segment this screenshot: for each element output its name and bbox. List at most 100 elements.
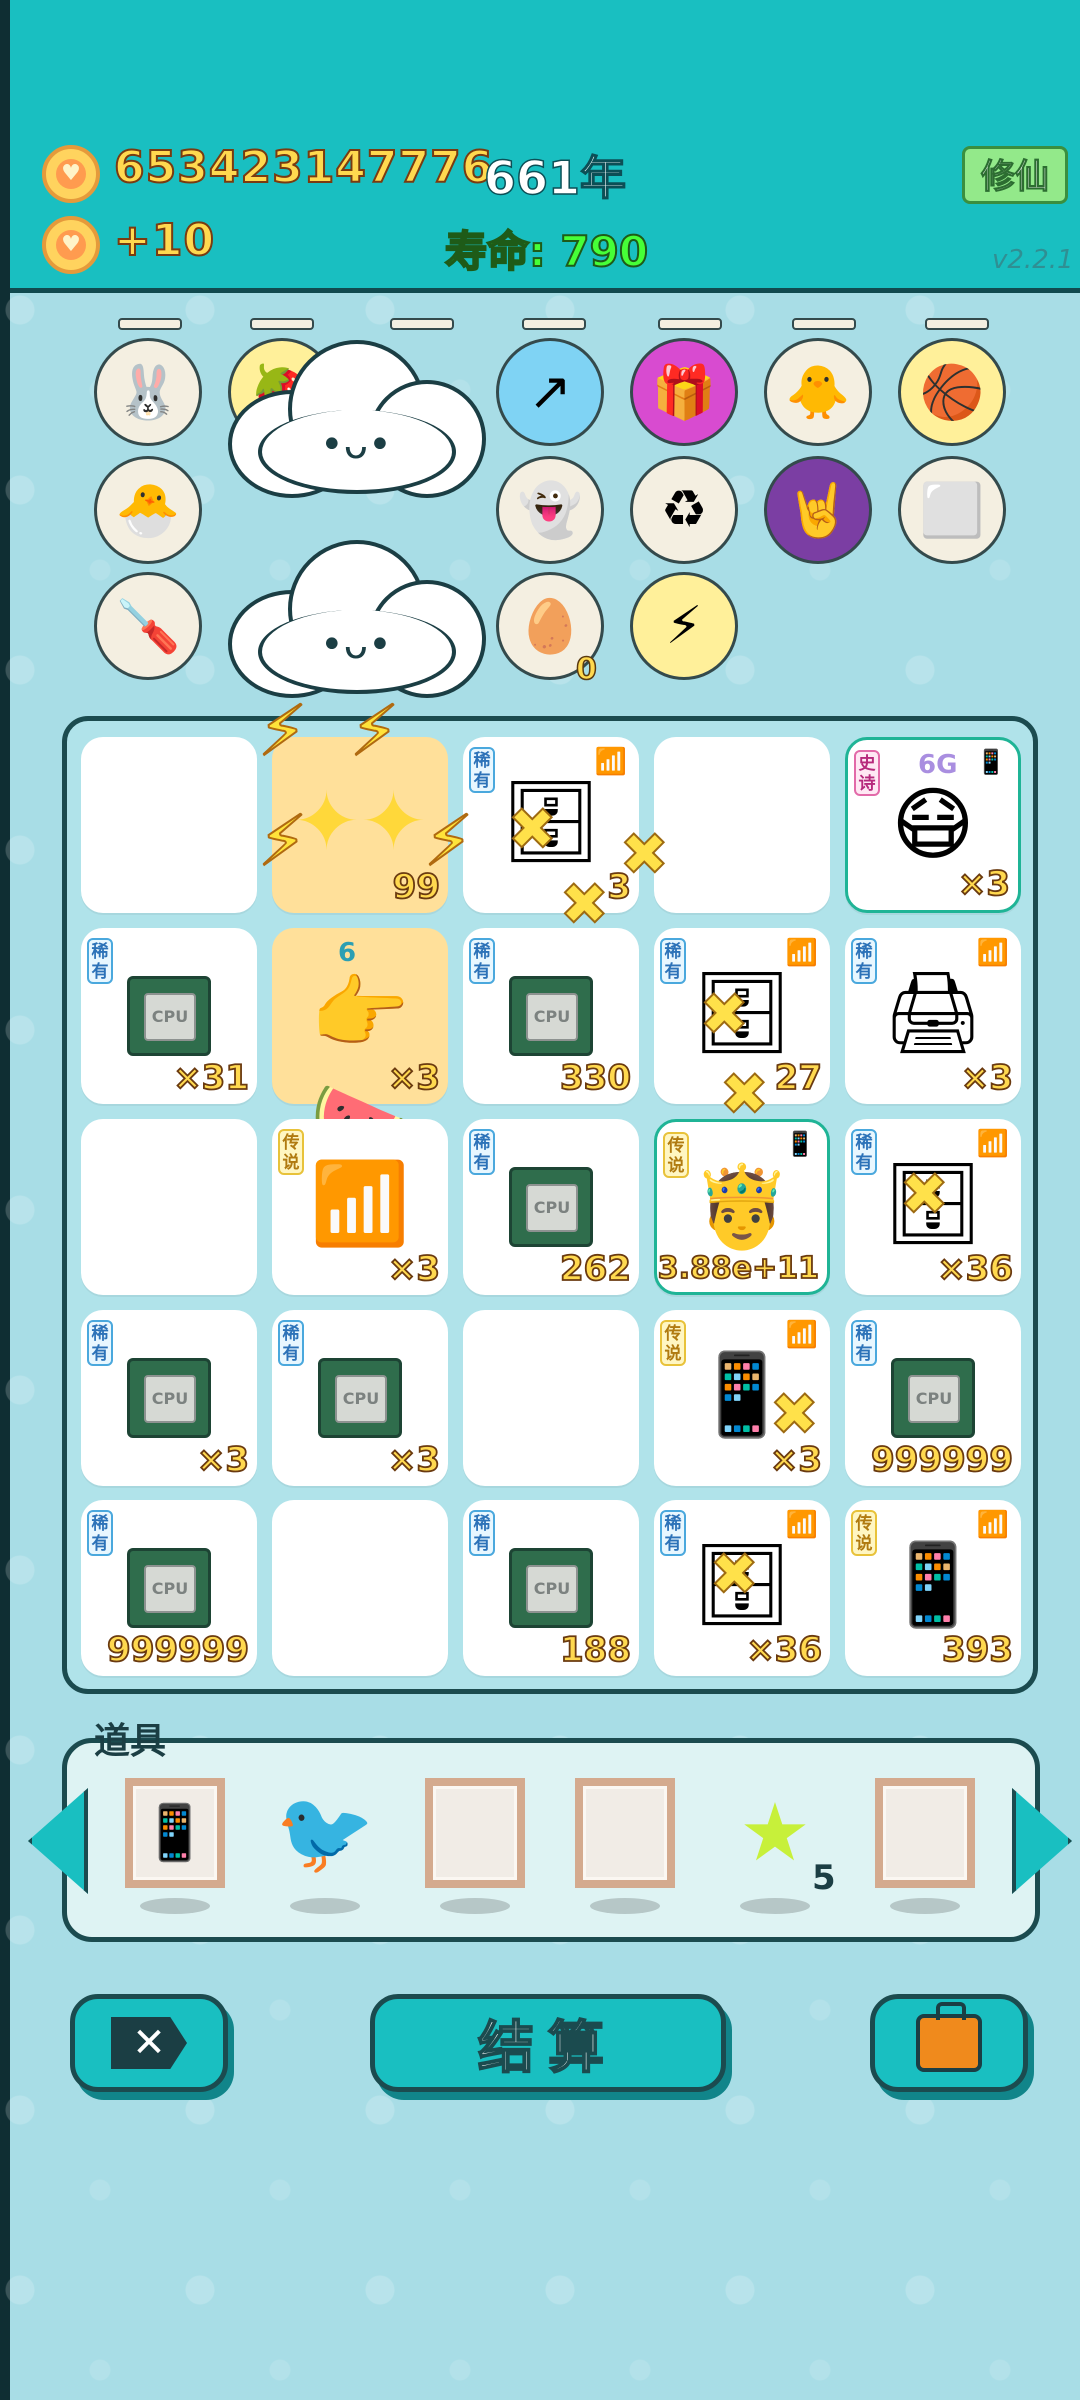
board-cell-king[interactable]: 传说 📱 🤴 3.88e+11 — [654, 1119, 830, 1295]
item-quantity: ×3 — [387, 1248, 441, 1290]
board-cell-wifi[interactable]: 传说 📶 ×3 — [272, 1119, 448, 1295]
settle-button[interactable]: 结算 — [370, 1994, 726, 2092]
item-quantity: 188 — [559, 1629, 632, 1671]
board-cell-empty[interactable] — [654, 737, 830, 913]
tool-slot-empty[interactable] — [575, 1778, 675, 1888]
close-button[interactable]: ✕ — [70, 1994, 228, 2092]
rarity-tag: 稀有 — [851, 1320, 877, 1366]
buff-rock-hand-icon[interactable]: 🤘 — [764, 456, 872, 564]
wifi-icon: 📶 — [785, 938, 818, 968]
board-cell-cpu[interactable]: 稀有 CPU ×3 — [81, 1310, 257, 1486]
item-quantity: 999999 — [106, 1629, 250, 1671]
buff-recycle-icon[interactable]: ♻ — [630, 456, 738, 564]
item-quantity: 330 — [559, 1057, 632, 1099]
item-quantity: ×3 — [960, 1057, 1014, 1099]
board-cell-cpu[interactable]: 稀有 CPU ×3 — [272, 1310, 448, 1486]
buff-basketballs-icon[interactable]: 🏀 — [898, 338, 1006, 446]
item-quantity: ×36 — [936, 1248, 1014, 1290]
item-quantity: 27 — [774, 1057, 823, 1099]
sparkle-effect-icon: ✖ — [619, 819, 670, 889]
board-cell-empty[interactable] — [81, 1119, 257, 1295]
cpu-icon: CPU — [127, 1548, 211, 1628]
item-quantity: 3.88e+11 — [657, 1250, 820, 1287]
buff-arrow-icon[interactable]: ↗ — [496, 338, 604, 446]
white-bird-icon[interactable]: 🐦 — [275, 1778, 375, 1888]
item-quantity: ×3 — [196, 1439, 250, 1481]
lightning-effect-icon: ⚡ — [257, 689, 308, 773]
wifi-icon: 📶 — [976, 1510, 1009, 1540]
board-cell-printer[interactable]: 稀有 🖨 📶 ×3 — [845, 928, 1021, 1104]
board-cell-cpu[interactable]: 稀有 CPU ×31 — [81, 928, 257, 1104]
item-quantity: ×31 — [172, 1057, 250, 1099]
board-cell-empty[interactable] — [272, 1500, 448, 1676]
settle-button-label: 结算 — [477, 2015, 618, 2082]
slot-shadow — [590, 1898, 660, 1914]
sparkle-effect-icon: ✖ — [559, 869, 610, 939]
board-cell-cpu[interactable]: 稀有 CPU 330 — [463, 928, 639, 1104]
wifi-icon: 📶 — [594, 747, 627, 777]
cpu-icon: CPU — [509, 976, 593, 1056]
toolbar-title: 道具 — [94, 1720, 167, 1762]
item-quantity: 999999 — [870, 1439, 1014, 1481]
star-icon[interactable]: ★ — [725, 1778, 825, 1888]
buff-gift-icon[interactable]: 🎁 — [630, 338, 738, 446]
lightning-effect-icon: ⚡ — [349, 689, 400, 773]
slot-shadow — [290, 1898, 360, 1914]
board-cell-hand[interactable]: 6 👉🍉 ×3 — [272, 928, 448, 1169]
lightning-effect-icon: ⚡ — [423, 799, 474, 883]
item-quantity: 262 — [559, 1248, 632, 1290]
board-cell-cpu[interactable]: 稀有 CPU 999999 — [81, 1500, 257, 1676]
sparkle-effect-icon: ✖ — [719, 1059, 770, 1129]
phone-frame-icon: 📱 — [141, 1801, 209, 1864]
board-cell-empty[interactable] — [81, 737, 257, 913]
buff-screwdriver-icon[interactable]: 🪛 — [94, 572, 202, 680]
buff-row-peek — [250, 318, 314, 330]
buff-ghost-icon[interactable]: 👻 — [496, 456, 604, 564]
sparkle-effect-icon: ✖ — [769, 1379, 820, 1449]
cpu-icon: CPU — [318, 1358, 402, 1438]
buff-chick-egg-icon[interactable]: 🐣 — [94, 456, 202, 564]
buff-row-peek — [792, 318, 856, 330]
rarity-tag: 稀有 — [469, 938, 495, 984]
cloud-character-icon: •ᴗ• — [228, 330, 486, 500]
buff-rabbit-icon[interactable]: 🐰 — [94, 338, 202, 446]
version-label: v2.2.1 — [992, 245, 1074, 275]
tool-slot-empty[interactable] — [425, 1778, 525, 1888]
cloud-character-icon: •ᴗ• — [228, 530, 486, 700]
board-cell-cpu[interactable]: 稀有 CPU 262 — [463, 1119, 639, 1295]
year-counter: 661年 — [483, 150, 627, 206]
lifespan-counter: 寿命: 790 — [444, 226, 649, 277]
egg-tray-count: 0 — [575, 651, 597, 688]
rarity-tag: 稀有 — [87, 938, 113, 984]
board-cell-phone[interactable]: 传说 📱 📶 393 — [845, 1500, 1021, 1676]
board-cell-face[interactable]: 史诗 6G 📱 😷 ×3 — [845, 737, 1021, 913]
rarity-tag: 稀有 — [87, 1510, 113, 1556]
wifi-icon: 📶 — [785, 1510, 818, 1540]
board-cell-cpu[interactable]: 稀有 CPU 188 — [463, 1500, 639, 1676]
buff-lightning-icon[interactable]: ⚡ — [630, 572, 738, 680]
coin-total: 653423147776 — [113, 141, 494, 194]
sparkle-effect-icon: ✖ — [507, 794, 558, 864]
tool-slot-empty[interactable] — [875, 1778, 975, 1888]
slot-shadow — [140, 1898, 210, 1914]
board-cell-empty[interactable] — [463, 1310, 639, 1486]
close-icon: ✕ — [111, 2017, 187, 2069]
wifi-icon: 📶 — [976, 1129, 1009, 1159]
star-count: 5 — [812, 1858, 836, 1898]
buff-row-peek — [658, 318, 722, 330]
cultivate-button[interactable]: 修仙 — [962, 146, 1068, 204]
item-quantity: ×3 — [387, 1439, 441, 1481]
inventory-button[interactable] — [870, 1994, 1028, 2092]
cpu-icon: CPU — [127, 976, 211, 1056]
wifi-icon: 📶 — [785, 1320, 818, 1350]
cpu-icon: CPU — [509, 1548, 593, 1628]
king-icon: 🤴 — [692, 1160, 792, 1253]
buff-cubes-icon[interactable]: ⬜ — [898, 456, 1006, 564]
sparkle-effect-icon: ✖ — [699, 979, 750, 1049]
board-cell-cpu[interactable]: 稀有 CPU 999999 — [845, 1310, 1021, 1486]
buff-chick-icon[interactable]: 🐥 — [764, 338, 872, 446]
cpu-icon: CPU — [891, 1358, 975, 1438]
tool-slot-phone-frame[interactable]: 📱 — [125, 1778, 225, 1888]
lightning-effect-icon: ⚡ — [257, 799, 308, 883]
rarity-tag: 稀有 — [87, 1320, 113, 1366]
